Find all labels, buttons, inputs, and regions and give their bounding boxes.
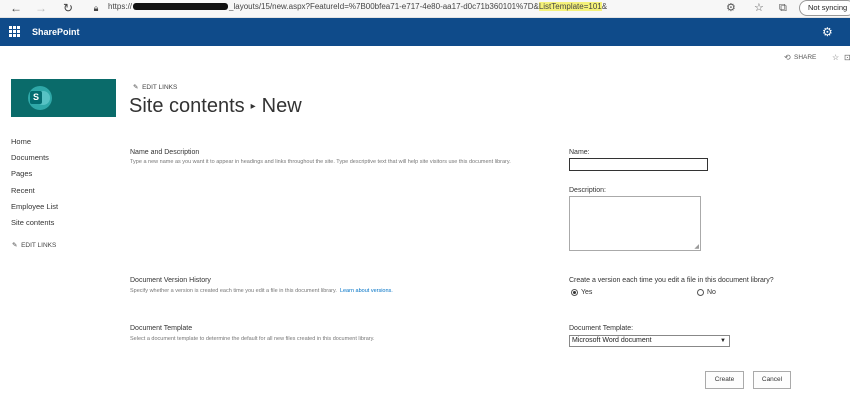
nav-item-recent[interactable]: Recent: [11, 185, 58, 201]
share-button[interactable]: SHARE: [794, 54, 816, 61]
favorites-icon[interactable]: ☆: [754, 1, 764, 15]
command-bar: ⟲ SHARE ☆ ⊡: [0, 52, 850, 66]
url-prefix: https://: [108, 2, 133, 11]
address-bar[interactable]: https:// _layouts/15/new.aspx?FeatureId=%…: [108, 2, 607, 11]
suite-bar: SharePoint ⚙: [0, 18, 850, 46]
name-section-desc: Type a new name as you want it to appear…: [130, 159, 511, 165]
nav-item-home[interactable]: Home: [11, 136, 58, 152]
cancel-button[interactable]: Cancel: [753, 371, 791, 389]
breadcrumb-current: New: [261, 95, 302, 117]
share-icon[interactable]: ⟲: [784, 53, 791, 62]
version-desc-text: Specify whether a version is created eac…: [130, 288, 337, 294]
description-label: Description:: [569, 187, 606, 194]
refresh-icon[interactable]: ↻: [60, 0, 76, 16]
breadcrumb-site-contents[interactable]: Site contents: [129, 95, 245, 117]
name-section-title: Name and Description: [130, 149, 200, 156]
breadcrumb-separator-icon: ▸: [250, 101, 256, 113]
edit-links-label: EDIT LINKS: [142, 84, 178, 91]
version-section-desc: Specify whether a version is created eac…: [130, 288, 393, 294]
chevron-down-icon: ▼: [720, 338, 726, 344]
name-field[interactable]: [569, 158, 708, 171]
template-select[interactable]: Microsoft Word document ▼: [569, 335, 730, 347]
template-label: Document Template:: [569, 325, 634, 332]
version-yes-label: Yes: [581, 289, 593, 296]
edit-links-left-label: EDIT LINKS: [21, 242, 57, 249]
radio-unselected-icon: [697, 289, 704, 296]
follow-icon[interactable]: ☆: [832, 53, 839, 62]
edit-links-top[interactable]: ✎ EDIT LINKS: [133, 83, 177, 91]
nav-item-documents[interactable]: Documents: [11, 152, 58, 168]
description-field[interactable]: ◢: [569, 196, 701, 251]
version-question: Create a version each time you edit a fi…: [569, 277, 774, 284]
forward-icon[interactable]: →: [33, 0, 49, 16]
collections-icon[interactable]: ⧉: [779, 1, 787, 15]
sync-label: Not syncing: [808, 3, 848, 12]
version-section-title: Document Version History: [130, 277, 211, 284]
url-middle: _layouts/15/new.aspx?FeatureId=%7B00bfea…: [229, 2, 539, 11]
create-button[interactable]: Create: [705, 371, 744, 389]
url-suffix: &: [601, 2, 608, 11]
name-label: Name:: [569, 149, 590, 156]
gear-icon[interactable]: ⚙: [822, 25, 833, 39]
version-yes-radio[interactable]: Yes: [571, 289, 592, 296]
learn-versions-link[interactable]: Learn about versions.: [340, 288, 393, 294]
edit-links-left[interactable]: ✎ EDIT LINKS: [12, 241, 56, 249]
sync-button[interactable]: Not syncing: [799, 0, 850, 16]
site-logo[interactable]: S: [11, 79, 116, 117]
brand-label[interactable]: SharePoint: [32, 27, 80, 37]
nav-item-employee-list[interactable]: Employee List: [11, 201, 58, 217]
more-icon[interactable]: ⊡: [844, 53, 850, 62]
resize-handle-icon[interactable]: ◢: [694, 243, 699, 250]
lock-icon[interactable]: 🔒︎: [88, 0, 104, 16]
app-launcher-icon[interactable]: [9, 26, 20, 37]
browser-toolbar: ← → ↻ 🔒︎ https:// _layouts/15/new.aspx?Fe…: [0, 0, 850, 18]
redacted-url: [133, 3, 229, 11]
radio-selected-icon: [571, 289, 578, 296]
page-title: Site contents ▸ New: [129, 95, 302, 118]
template-section-desc: Select a document template to determine …: [130, 336, 375, 342]
sharepoint-logo-icon: S: [28, 86, 52, 110]
template-value: Microsoft Word document: [572, 337, 652, 344]
left-nav: Home Documents Pages Recent Employee Lis…: [11, 136, 58, 233]
site-settings-icon[interactable]: ⚙: [726, 1, 736, 15]
nav-item-pages[interactable]: Pages: [11, 168, 58, 184]
nav-item-site-contents[interactable]: Site contents: [11, 217, 58, 233]
template-section-title: Document Template: [130, 325, 193, 332]
version-no-label: No: [707, 289, 716, 296]
back-icon[interactable]: ←: [8, 0, 24, 16]
version-no-radio[interactable]: No: [697, 289, 716, 296]
url-highlight: ListTemplate=101: [538, 2, 602, 11]
